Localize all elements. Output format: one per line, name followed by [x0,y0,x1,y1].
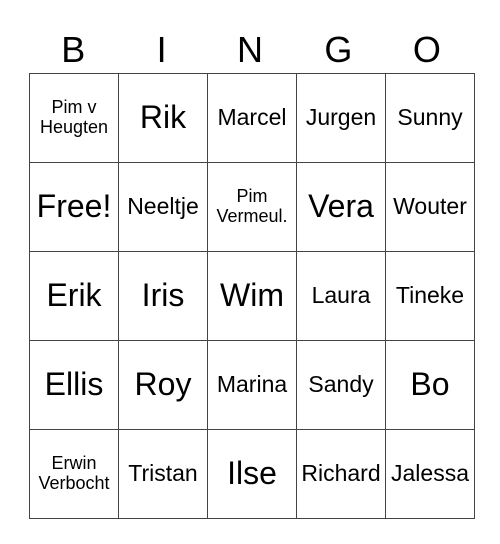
bingo-cell[interactable]: Tristan [118,429,208,519]
bingo-cell[interactable]: Ilse [207,429,297,519]
bingo-row: Ellis Roy Marina Sandy Bo [29,340,475,430]
bingo-cell[interactable]: Pim Vermeul. [207,162,297,252]
header-letter-b: B [61,29,86,70]
bingo-cell[interactable]: Wim [207,251,297,341]
bingo-cell[interactable]: Marcel [207,73,297,163]
header-letter-n: N [237,29,264,70]
bingo-row: Erik Iris Wim Laura Tineke [29,251,475,341]
bingo-cell[interactable]: Bo [385,340,475,430]
bingo-row: Pim v Heugten Rik Marcel Jurgen Sunny [29,73,475,163]
bingo-cell[interactable]: Iris [118,251,208,341]
header-letter-i: I [156,29,167,70]
bingo-header: B I N G O [29,28,471,72]
bingo-cell[interactable]: Free! [29,162,119,252]
bingo-cell[interactable]: Richard [296,429,386,519]
bingo-cell[interactable]: Laura [296,251,386,341]
bingo-cell[interactable]: Erwin Verbocht [29,429,119,519]
bingo-cell[interactable]: Jurgen [296,73,386,163]
bingo-cell[interactable]: Ellis [29,340,119,430]
bingo-cell[interactable]: Marina [207,340,297,430]
bingo-cell[interactable]: Wouter [385,162,475,252]
header-letter-o: O [412,29,441,70]
bingo-card: Pim v Heugten Rik Marcel Jurgen Sunny Free! Nee… [29,73,475,519]
bingo-cell[interactable]: Pim v Heugten [29,73,119,163]
bingo-cell[interactable]: Jalessa [385,429,475,519]
bingo-cell[interactable]: Roy [118,340,208,430]
header-letter-g: G [324,29,353,70]
bingo-cell[interactable]: Vera [296,162,386,252]
bingo-cell[interactable]: Sandy [296,340,386,430]
bingo-cell[interactable]: Tineke [385,251,475,341]
bingo-cell[interactable]: Neeltje [118,162,208,252]
bingo-row: Free! Neeltje Pim Vermeul. Vera Wouter [29,162,475,252]
bingo-cell[interactable]: Rik [118,73,208,163]
bingo-cell[interactable]: Sunny [385,73,475,163]
bingo-cell[interactable]: Erik [29,251,119,341]
bingo-row: Erwin Verbocht Tristan Ilse Richard Jalessa [29,429,475,519]
